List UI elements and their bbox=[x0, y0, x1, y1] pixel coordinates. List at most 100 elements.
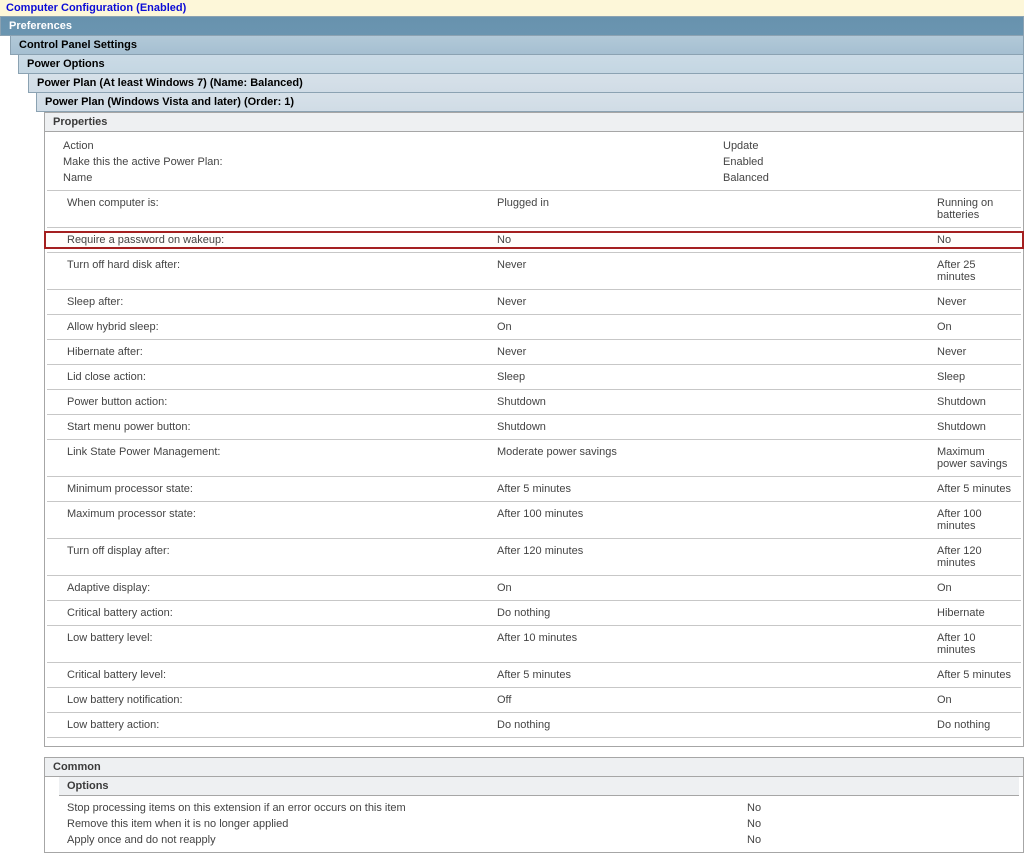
setting-row: Low battery action:Do nothingDo nothing bbox=[45, 717, 1023, 733]
summary-row: Action Update bbox=[45, 138, 1023, 154]
setting-key: Minimum processor state: bbox=[67, 483, 497, 495]
setting-row: Power button action:ShutdownShutdown bbox=[45, 394, 1023, 410]
setting-battery-value: After 10 minutes bbox=[937, 632, 1015, 656]
summary-value: Balanced bbox=[723, 172, 1015, 184]
header-power-options[interactable]: Power Options bbox=[18, 55, 1024, 74]
option-row: Stop processing items on this extension … bbox=[45, 800, 1023, 816]
setting-row: Turn off hard disk after:NeverAfter 25 m… bbox=[45, 257, 1023, 285]
setting-key: Turn off display after: bbox=[67, 545, 497, 569]
option-row: Apply once and do not reapplyNo bbox=[45, 832, 1023, 848]
setting-row: Critical battery level:After 5 minutesAf… bbox=[45, 667, 1023, 683]
header-control-panel-settings[interactable]: Control Panel Settings bbox=[10, 36, 1024, 55]
setting-plugged-value: Never bbox=[497, 259, 937, 283]
option-key: Remove this item when it is no longer ap… bbox=[67, 818, 747, 830]
setting-key: Turn off hard disk after: bbox=[67, 259, 497, 283]
setting-battery-value: Sleep bbox=[937, 371, 1015, 383]
setting-battery-value: Shutdown bbox=[937, 396, 1015, 408]
properties-panel: Action Update Make this the active Power… bbox=[44, 132, 1024, 747]
summary-row: Name Balanced bbox=[45, 170, 1023, 186]
setting-row: Critical battery action:Do nothingHibern… bbox=[45, 605, 1023, 621]
setting-key: Adaptive display: bbox=[67, 582, 497, 594]
header-preferences[interactable]: Preferences bbox=[0, 16, 1024, 36]
setting-plugged-value: Off bbox=[497, 694, 937, 706]
setting-key: Critical battery level: bbox=[67, 669, 497, 681]
setting-key: Power button action: bbox=[67, 396, 497, 408]
setting-plugged-value: After 100 minutes bbox=[497, 508, 937, 532]
option-row: Remove this item when it is no longer ap… bbox=[45, 816, 1023, 832]
setting-row: Lid close action:SleepSleep bbox=[45, 369, 1023, 385]
setting-key: Sleep after: bbox=[67, 296, 497, 308]
summary-key: Action bbox=[63, 140, 493, 152]
summary-key: Make this the active Power Plan: bbox=[63, 156, 493, 168]
setting-key: Hibernate after: bbox=[67, 346, 497, 358]
setting-battery-value: After 5 minutes bbox=[937, 483, 1015, 495]
summary-row: Make this the active Power Plan: Enabled bbox=[45, 154, 1023, 170]
setting-row: Link State Power Management:Moderate pow… bbox=[45, 444, 1023, 472]
setting-plugged-value: After 5 minutes bbox=[497, 669, 937, 681]
col-battery: Running on batteries bbox=[937, 197, 1015, 221]
setting-plugged-value: On bbox=[497, 321, 937, 333]
setting-battery-value: After 5 minutes bbox=[937, 669, 1015, 681]
setting-battery-value: No bbox=[937, 234, 1015, 246]
setting-row: Adaptive display:OnOn bbox=[45, 580, 1023, 596]
setting-plugged-value: After 10 minutes bbox=[497, 632, 937, 656]
setting-row: Maximum processor state:After 100 minute… bbox=[45, 506, 1023, 534]
setting-plugged-value: No bbox=[497, 234, 937, 246]
setting-row: Turn off display after:After 120 minutes… bbox=[45, 543, 1023, 571]
setting-plugged-value: Do nothing bbox=[497, 719, 937, 731]
header-power-plan-win7[interactable]: Power Plan (At least Windows 7) (Name: B… bbox=[28, 74, 1024, 93]
setting-plugged-value: On bbox=[497, 582, 937, 594]
properties-panel-title: Properties bbox=[44, 112, 1024, 132]
setting-battery-value: Never bbox=[937, 296, 1015, 308]
setting-key: Lid close action: bbox=[67, 371, 497, 383]
summary-value: Enabled bbox=[723, 156, 1015, 168]
setting-row: Sleep after:NeverNever bbox=[45, 294, 1023, 310]
setting-row: Minimum processor state:After 5 minutesA… bbox=[45, 481, 1023, 497]
option-value: No bbox=[747, 818, 1015, 830]
setting-key: Link State Power Management: bbox=[67, 446, 497, 470]
setting-key: Maximum processor state: bbox=[67, 508, 497, 532]
option-key: Stop processing items on this extension … bbox=[67, 802, 747, 814]
header-power-plan-vista[interactable]: Power Plan (Windows Vista and later) (Or… bbox=[36, 93, 1024, 112]
setting-battery-value: Shutdown bbox=[937, 421, 1015, 433]
setting-key: Critical battery action: bbox=[67, 607, 497, 619]
setting-battery-value: Maximum power savings bbox=[937, 446, 1015, 470]
options-panel-title: Options bbox=[59, 777, 1019, 796]
setting-key: Low battery level: bbox=[67, 632, 497, 656]
setting-battery-value: After 25 minutes bbox=[937, 259, 1015, 283]
setting-plugged-value: Never bbox=[497, 346, 937, 358]
summary-key: Name bbox=[63, 172, 493, 184]
setting-plugged-value: Shutdown bbox=[497, 396, 937, 408]
computer-configuration-title: Computer Configuration (Enabled) bbox=[0, 0, 1024, 16]
col-when: When computer is: bbox=[67, 197, 497, 221]
setting-key: Start menu power button: bbox=[67, 421, 497, 433]
setting-row: Start menu power button:ShutdownShutdown bbox=[45, 419, 1023, 435]
setting-battery-value: After 120 minutes bbox=[937, 545, 1015, 569]
summary-value: Update bbox=[723, 140, 1015, 152]
option-value: No bbox=[747, 802, 1015, 814]
setting-plugged-value: Do nothing bbox=[497, 607, 937, 619]
setting-battery-value: Do nothing bbox=[937, 719, 1015, 731]
setting-battery-value: On bbox=[937, 694, 1015, 706]
setting-plugged-value: Shutdown bbox=[497, 421, 937, 433]
setting-row: Low battery level:After 10 minutesAfter … bbox=[45, 630, 1023, 658]
setting-row: Allow hybrid sleep:OnOn bbox=[45, 319, 1023, 335]
column-header-row: When computer is: Plugged in Running on … bbox=[45, 195, 1023, 223]
setting-key: Low battery action: bbox=[67, 719, 497, 731]
setting-battery-value: On bbox=[937, 321, 1015, 333]
option-value: No bbox=[747, 834, 1015, 846]
setting-key: Low battery notification: bbox=[67, 694, 497, 706]
setting-plugged-value: Never bbox=[497, 296, 937, 308]
col-plugged-in: Plugged in bbox=[497, 197, 937, 221]
common-panel-title: Common bbox=[44, 757, 1024, 777]
setting-battery-value: Hibernate bbox=[937, 607, 1015, 619]
setting-battery-value: After 100 minutes bbox=[937, 508, 1015, 532]
setting-plugged-value: Sleep bbox=[497, 371, 937, 383]
setting-row: Low battery notification:OffOn bbox=[45, 692, 1023, 708]
option-key: Apply once and do not reapply bbox=[67, 834, 747, 846]
setting-row: Hibernate after:NeverNever bbox=[45, 344, 1023, 360]
setting-battery-value: Never bbox=[937, 346, 1015, 358]
setting-plugged-value: Moderate power savings bbox=[497, 446, 937, 470]
common-panel: Options Stop processing items on this ex… bbox=[44, 777, 1024, 853]
setting-plugged-value: After 120 minutes bbox=[497, 545, 937, 569]
